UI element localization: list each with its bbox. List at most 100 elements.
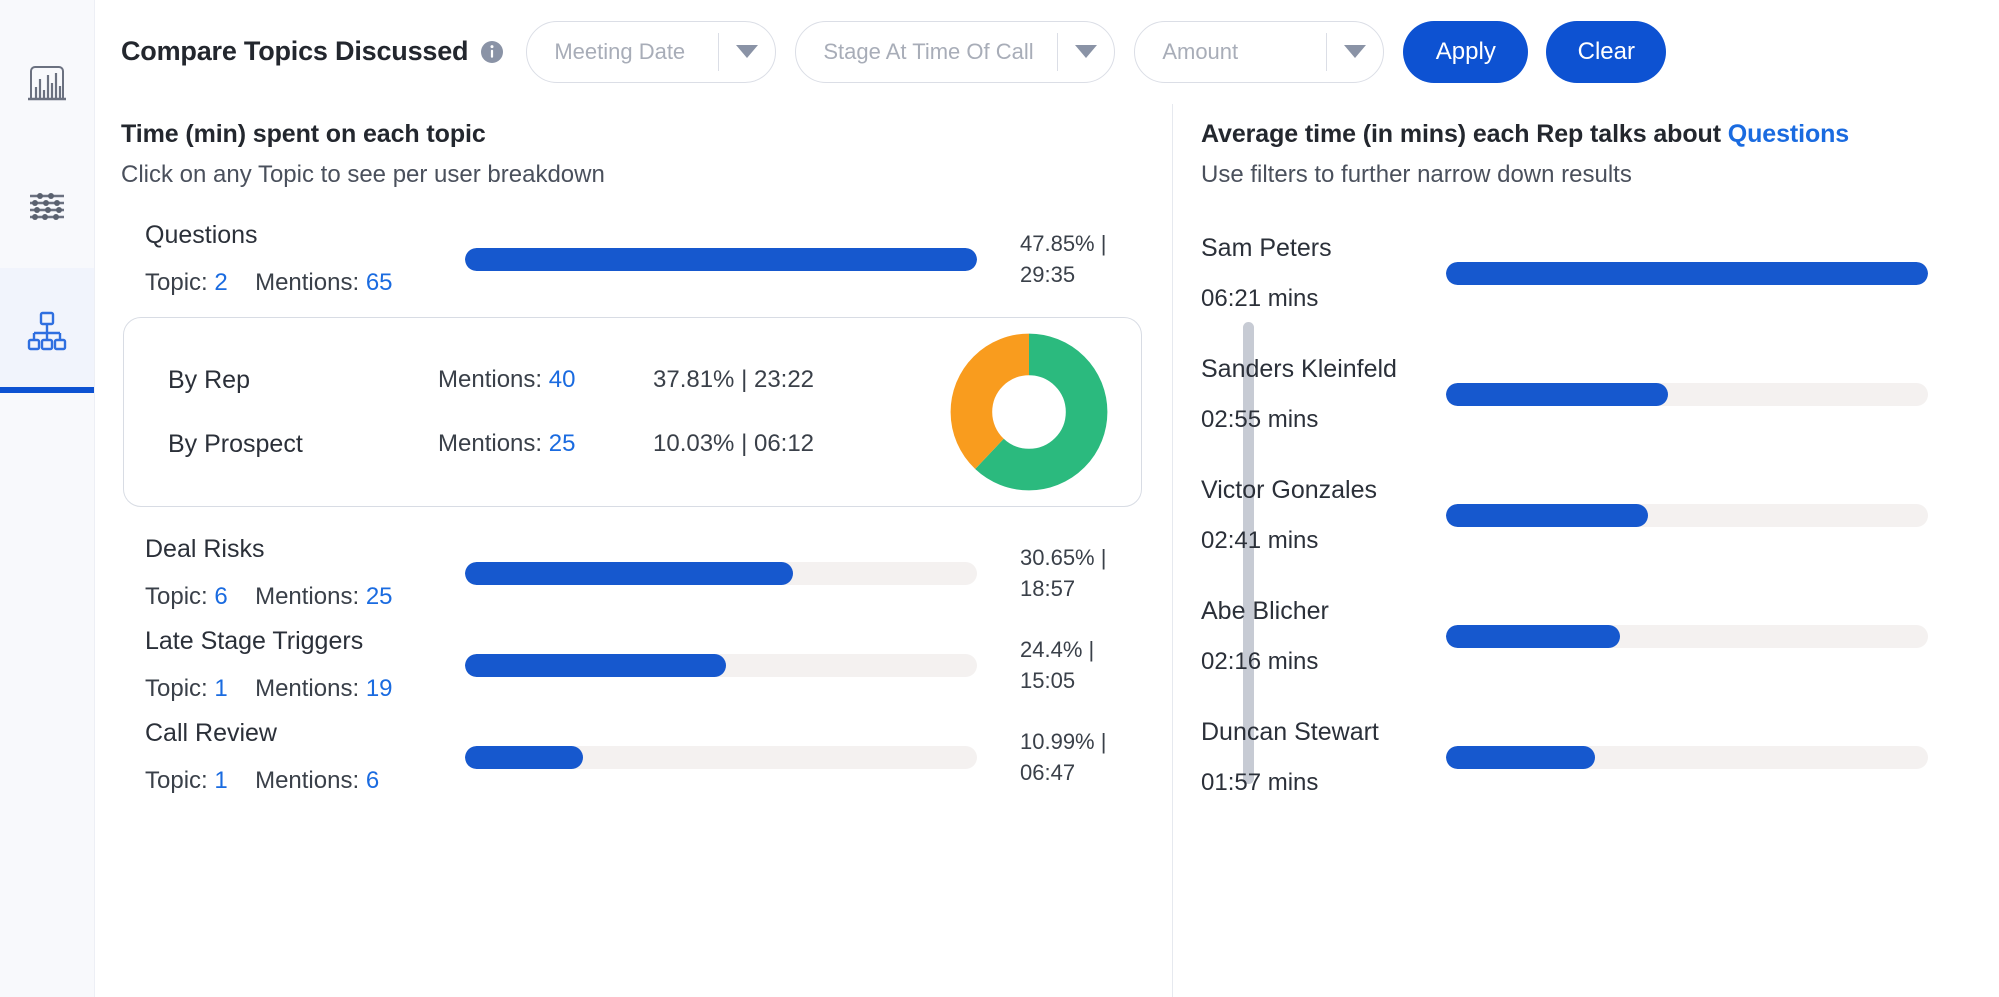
topic-bar bbox=[465, 653, 1020, 677]
rep-name: Abe Blicher bbox=[1201, 597, 1329, 625]
rep-time: 02:16 mins bbox=[1201, 648, 1319, 675]
rep-bar-fill bbox=[1446, 262, 1928, 285]
rep-name: Sam Peters bbox=[1201, 234, 1332, 262]
topics-panel-header: Time (min) spent on each topic Click on … bbox=[121, 104, 1150, 189]
topic-bar bbox=[465, 247, 1020, 271]
rep-meta: Abe Blicher 02:16 mins bbox=[1201, 597, 1446, 676]
rep-bar-track bbox=[1446, 746, 1928, 769]
rep-bar-fill bbox=[1446, 746, 1596, 769]
topic-separator: | bbox=[1088, 636, 1095, 662]
topic-bar-track bbox=[465, 247, 977, 271]
topic-stats: Topic: 6 Mentions: 25 bbox=[145, 583, 465, 611]
topic-count-label: Topic: bbox=[145, 767, 208, 794]
topic-value: 47.85% | 29:35 bbox=[1020, 228, 1150, 290]
mentions-value: 25 bbox=[365, 583, 393, 610]
content-body: Time (min) spent on each topic Click on … bbox=[95, 104, 1999, 997]
detail-row-by-prospect[interactable]: By Prospect Mentions: 25 10.03% | 06:12 bbox=[168, 412, 943, 476]
filter-meeting-date[interactable]: Meeting Date bbox=[526, 20, 777, 83]
topic-count-label: Topic: bbox=[145, 269, 208, 296]
mentions-label: Mentions: bbox=[255, 583, 360, 610]
topic-bar-fill bbox=[465, 561, 793, 585]
detail-percent-time: 37.81% | 23:22 bbox=[653, 366, 815, 393]
info-icon[interactable] bbox=[480, 40, 504, 64]
topic-count-value: 1 bbox=[214, 767, 228, 794]
mentions-value: 6 bbox=[365, 767, 380, 794]
rep-bar-track bbox=[1446, 504, 1928, 527]
topic-separator: | bbox=[1100, 230, 1107, 256]
rep-name: Victor Gonzales bbox=[1201, 476, 1378, 504]
topic-name: Call Review bbox=[145, 719, 277, 747]
mentions-label: Mentions: bbox=[255, 269, 360, 296]
topic-value: 10.99% | 06:47 bbox=[1020, 726, 1150, 788]
app-root: Compare Topics Discussed Meeting Date St… bbox=[0, 0, 1999, 997]
topics-panel: Time (min) spent on each topic Click on … bbox=[95, 104, 1254, 997]
topic-bar-track bbox=[465, 653, 977, 677]
rep-meta: Duncan Stewart 01:57 mins bbox=[1201, 718, 1446, 797]
chevron-down-icon[interactable] bbox=[1058, 45, 1114, 58]
bar-chart-icon bbox=[23, 57, 71, 105]
sidebar-item-filters[interactable] bbox=[0, 143, 94, 268]
reps-list: Sam Peters 06:21 mins Sanders Kleinfeld bbox=[1201, 213, 1999, 818]
rep-bar-fill bbox=[1446, 504, 1649, 527]
rep-row[interactable]: Duncan Stewart 01:57 mins bbox=[1201, 697, 1999, 818]
filter-stage-at-time-of-call[interactable]: Stage At Time Of Call bbox=[795, 20, 1116, 83]
topic-bar-track bbox=[465, 745, 977, 769]
left-icon-rail bbox=[0, 0, 95, 997]
topic-detail-card: By Rep Mentions: 40 37.81% | 23:22 By Pr… bbox=[123, 317, 1142, 507]
detail-mentions-value: 25 bbox=[548, 430, 576, 457]
chevron-down-icon[interactable] bbox=[719, 45, 775, 58]
topic-meta: Deal Risks Topic: 6 Mentions: 25 bbox=[145, 535, 465, 611]
topic-percent: 24.4% bbox=[1020, 636, 1083, 662]
topic-stats: Topic: 1 Mentions: 19 bbox=[145, 675, 465, 703]
reps-panel-header: Average time (in mins) each Rep talks ab… bbox=[1201, 104, 1999, 189]
topic-duration: 18:57 bbox=[1020, 576, 1076, 601]
rep-time: 06:21 mins bbox=[1201, 285, 1319, 312]
detail-percent-time: 10.03% | 06:12 bbox=[653, 430, 815, 457]
detail-mentions: Mentions: 40 bbox=[438, 366, 653, 394]
topic-stats: Topic: 1 Mentions: 6 bbox=[145, 767, 465, 795]
sidebar-item-analytics[interactable] bbox=[0, 18, 94, 143]
reps-title-topic-link[interactable]: Questions bbox=[1728, 120, 1849, 148]
topic-value: 30.65% | 18:57 bbox=[1020, 542, 1150, 604]
mentions-value: 65 bbox=[365, 269, 393, 296]
topic-count-value: 2 bbox=[214, 269, 228, 296]
topic-row[interactable]: Questions Topic: 2 Mentions: 65 47.85% |… bbox=[121, 213, 1150, 305]
topic-name: Deal Risks bbox=[145, 535, 265, 563]
topic-percent: 30.65% bbox=[1020, 544, 1095, 570]
rep-row[interactable]: Victor Gonzales 02:41 mins bbox=[1201, 455, 1999, 576]
topic-count-label: Topic: bbox=[145, 675, 208, 702]
rep-bar bbox=[1446, 746, 1999, 769]
sliders-icon bbox=[23, 182, 71, 230]
topic-bar-fill bbox=[465, 653, 727, 677]
clear-button[interactable]: Clear bbox=[1546, 20, 1667, 83]
detail-mentions-label: Mentions: bbox=[438, 430, 543, 457]
rep-meta: Sanders Kleinfeld 02:55 mins bbox=[1201, 355, 1446, 434]
rep-bar bbox=[1446, 504, 1999, 527]
topic-row[interactable]: Late Stage Triggers Topic: 1 Mentions: 1… bbox=[121, 619, 1150, 711]
detail-row-by-rep[interactable]: By Rep Mentions: 40 37.81% | 23:22 bbox=[168, 348, 943, 412]
topic-name: Questions bbox=[145, 221, 258, 249]
topic-value: 24.4% | 15:05 bbox=[1020, 634, 1150, 696]
topic-separator: | bbox=[1100, 728, 1107, 754]
topic-bar-track bbox=[465, 561, 977, 585]
rep-row[interactable]: Sam Peters 06:21 mins bbox=[1201, 213, 1999, 334]
rep-row[interactable]: Abe Blicher 02:16 mins bbox=[1201, 576, 1999, 697]
rep-name: Duncan Stewart bbox=[1201, 718, 1379, 746]
donut-chart-svg bbox=[950, 333, 1108, 491]
topic-bar-fill bbox=[465, 745, 583, 769]
chevron-down-icon[interactable] bbox=[1327, 45, 1383, 58]
rep-row[interactable]: Sanders Kleinfeld 02:55 mins bbox=[1201, 334, 1999, 455]
filter-amount[interactable]: Amount bbox=[1134, 20, 1385, 83]
rep-time: 01:57 mins bbox=[1201, 769, 1319, 796]
sidebar-item-topics[interactable] bbox=[0, 268, 94, 393]
topic-row[interactable]: Deal Risks Topic: 6 Mentions: 25 30.65% … bbox=[121, 527, 1150, 619]
topic-count-value: 6 bbox=[214, 583, 228, 610]
mentions-label: Mentions: bbox=[255, 675, 360, 702]
rep-bar bbox=[1446, 625, 1999, 648]
rep-meta: Sam Peters 06:21 mins bbox=[1201, 234, 1446, 313]
topic-bar-fill bbox=[465, 247, 977, 271]
topic-bar bbox=[465, 561, 1020, 585]
rep-time: 02:55 mins bbox=[1201, 406, 1319, 433]
apply-button[interactable]: Apply bbox=[1403, 20, 1529, 83]
topic-row[interactable]: Call Review Topic: 1 Mentions: 6 10.99% … bbox=[121, 711, 1150, 803]
